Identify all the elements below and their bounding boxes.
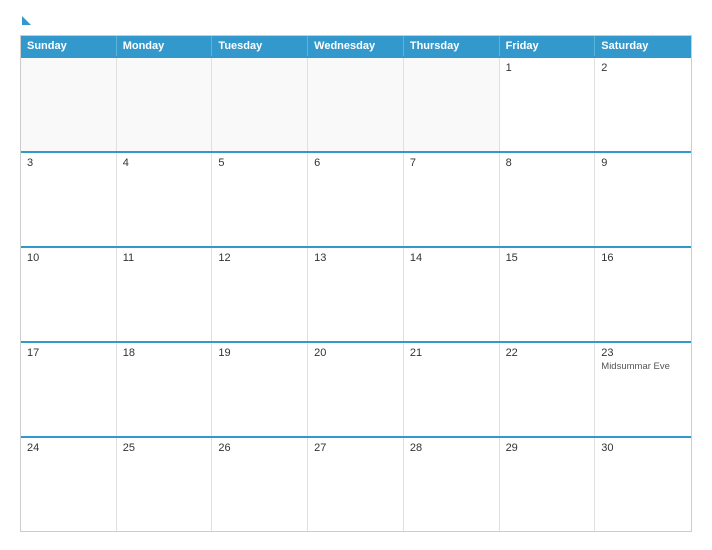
weekday-header-row: SundayMondayTuesdayWednesdayThursdayFrid…: [21, 36, 691, 56]
weekday-header-cell: Monday: [117, 36, 213, 56]
day-number: 1: [506, 62, 589, 74]
day-number: 17: [27, 347, 110, 359]
calendar-page: SundayMondayTuesdayWednesdayThursdayFrid…: [0, 0, 712, 550]
day-number: 30: [601, 442, 685, 454]
calendar-cell: 9: [595, 153, 691, 246]
logo: [20, 18, 31, 25]
weekday-header-cell: Tuesday: [212, 36, 308, 56]
calendar-cell: 2: [595, 58, 691, 151]
calendar-cell: [117, 58, 213, 151]
calendar-cell: 28: [404, 438, 500, 531]
day-number: 20: [314, 347, 397, 359]
day-number: 11: [123, 252, 206, 264]
day-number: 3: [27, 157, 110, 169]
day-number: 4: [123, 157, 206, 169]
calendar-cell: 3: [21, 153, 117, 246]
calendar-week-row: 24 25 26 27 28 29 30: [21, 436, 691, 531]
calendar-cell: 14: [404, 248, 500, 341]
day-number: 26: [218, 442, 301, 454]
calendar-week-row: 3456789: [21, 151, 691, 246]
day-number: 29: [506, 442, 589, 454]
calendar-cell: [404, 58, 500, 151]
calendar-cell: 4: [117, 153, 213, 246]
weekday-header-cell: Sunday: [21, 36, 117, 56]
calendar-cell: 13: [308, 248, 404, 341]
day-number: 12: [218, 252, 301, 264]
calendar-cell: 26: [212, 438, 308, 531]
day-number: 13: [314, 252, 397, 264]
day-number: 7: [410, 157, 493, 169]
calendar-cell: 23 Midsummar Eve: [595, 343, 691, 436]
day-number: 10: [27, 252, 110, 264]
day-number: 18: [123, 347, 206, 359]
day-number: 27: [314, 442, 397, 454]
calendar-cell: 11: [117, 248, 213, 341]
calendar-cell: 20: [308, 343, 404, 436]
calendar-cell: 29: [500, 438, 596, 531]
day-number: 9: [601, 157, 685, 169]
calendar-cell: 17: [21, 343, 117, 436]
calendar-cell: 16: [595, 248, 691, 341]
day-number: 22: [506, 347, 589, 359]
calendar-cell: 15: [500, 248, 596, 341]
calendar-cell: 1: [500, 58, 596, 151]
day-event: Midsummar Eve: [601, 361, 685, 372]
day-number: 8: [506, 157, 589, 169]
weekday-header-cell: Saturday: [595, 36, 691, 56]
calendar-cell: 12: [212, 248, 308, 341]
calendar-cell: 25: [117, 438, 213, 531]
weekday-header-cell: Wednesday: [308, 36, 404, 56]
calendar-week-row: 10 11 12 13 14 15 16: [21, 246, 691, 341]
day-number: 19: [218, 347, 301, 359]
day-number: 15: [506, 252, 589, 264]
weekday-header-cell: Friday: [500, 36, 596, 56]
day-number: 6: [314, 157, 397, 169]
calendar-cell: 21: [404, 343, 500, 436]
calendar-cell: 6: [308, 153, 404, 246]
calendar-cell: 18: [117, 343, 213, 436]
calendar-cell: 19: [212, 343, 308, 436]
calendar-cell: 30: [595, 438, 691, 531]
day-number: 23: [601, 347, 685, 359]
weekday-header-cell: Thursday: [404, 36, 500, 56]
calendar-cell: 10: [21, 248, 117, 341]
calendar-week-row: 12: [21, 56, 691, 151]
calendar-cell: 8: [500, 153, 596, 246]
day-number: 14: [410, 252, 493, 264]
calendar-body: 1234567891011121314151617181920212223Mid…: [21, 56, 691, 531]
calendar-cell: 5: [212, 153, 308, 246]
day-number: 5: [218, 157, 301, 169]
calendar-cell: 7: [404, 153, 500, 246]
calendar-cell: [21, 58, 117, 151]
calendar-cell: [308, 58, 404, 151]
calendar-week-row: 17 18 19 20 21 22 23 Midsummar Eve: [21, 341, 691, 436]
calendar-grid: SundayMondayTuesdayWednesdayThursdayFrid…: [20, 35, 692, 532]
day-number: 2: [601, 62, 685, 74]
calendar-cell: 27: [308, 438, 404, 531]
logo-triangle-icon: [22, 16, 31, 25]
day-number: 16: [601, 252, 685, 264]
calendar-cell: [212, 58, 308, 151]
day-number: 24: [27, 442, 110, 454]
day-number: 25: [123, 442, 206, 454]
day-number: 21: [410, 347, 493, 359]
calendar-cell: 22: [500, 343, 596, 436]
page-header: [20, 18, 692, 25]
day-number: 28: [410, 442, 493, 454]
calendar-cell: 24: [21, 438, 117, 531]
